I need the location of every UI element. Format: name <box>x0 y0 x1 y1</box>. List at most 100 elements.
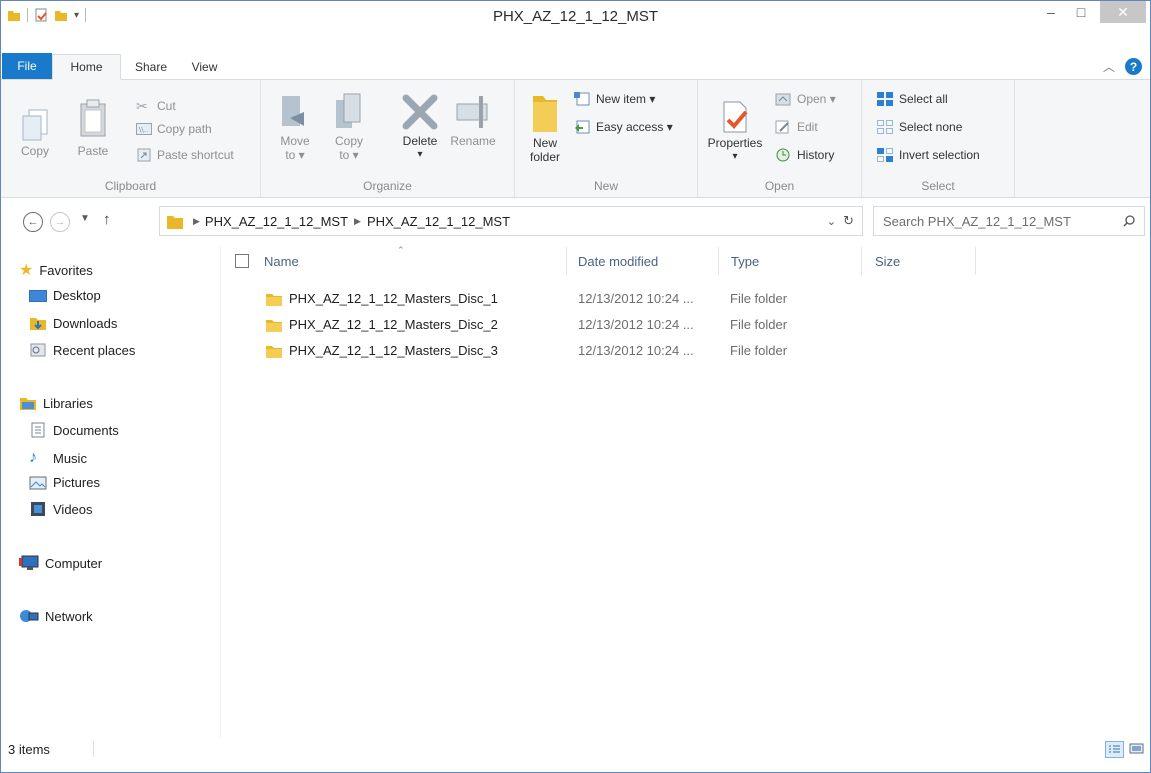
table-row[interactable]: PHX_AZ_12_1_12_Masters_Disc_2 12/13/2012… <box>221 313 1150 339</box>
close-button[interactable]: ✕ <box>1100 1 1146 23</box>
collapse-ribbon-icon[interactable]: ︿ <box>1103 58 1115 75</box>
tab-home[interactable]: Home <box>52 54 121 80</box>
paste-shortcut-button[interactable]: Paste shortcut <box>136 146 234 164</box>
paste-button[interactable]: Paste <box>73 94 113 158</box>
delete-label: Delete <box>402 134 438 148</box>
table-row[interactable]: PHX_AZ_12_1_12_Masters_Disc_1 12/13/2012… <box>221 287 1150 313</box>
forward-button[interactable]: → <box>50 212 70 232</box>
column-separator[interactable] <box>718 247 719 275</box>
nav-favorites[interactable]: ★ Favorites <box>19 260 93 280</box>
breadcrumb-separator-icon[interactable]: ▶ <box>193 216 200 227</box>
clipboard-group: Copy Paste ✂ Cut \\.. Copy path Paste sh… <box>1 80 261 197</box>
recent-places-icon <box>30 343 46 357</box>
folder-icon <box>167 216 183 229</box>
ribbon-tabs: File Home Share View ︿ ? <box>1 53 1150 80</box>
details-view-button[interactable] <box>1105 741 1124 758</box>
copy-to-button[interactable]: Copy to ▾ <box>329 92 369 162</box>
easy-access-button[interactable]: Easy access ▾ <box>573 118 673 136</box>
paste-shortcut-icon <box>137 148 151 162</box>
nav-computer-label: Computer <box>45 555 103 571</box>
column-separator[interactable] <box>975 247 976 275</box>
column-name-label: Name <box>264 253 299 269</box>
address-row: ← → ▼ ↑ ▶ PHX_AZ_12_1_12_MST ▶ PHX_AZ_12… <box>1 198 1150 246</box>
select-all-button[interactable]: Select all <box>876 90 948 108</box>
address-dropdown-icon[interactable]: ⌄ <box>827 215 836 228</box>
select-all-icon <box>877 92 893 106</box>
breadcrumb-separator-icon[interactable]: ▶ <box>354 216 361 227</box>
nav-music[interactable]: ♪ Music <box>29 449 87 467</box>
cut-button[interactable]: ✂ Cut <box>136 97 176 115</box>
large-icons-view-icon <box>1129 743 1144 754</box>
file-type: File folder <box>730 343 788 358</box>
folder-icon <box>266 294 282 306</box>
minimize-button[interactable]: – <box>1036 1 1066 23</box>
up-arrow-icon[interactable]: ↑ <box>103 211 111 228</box>
column-header-name[interactable]: Name <box>264 247 564 275</box>
column-header-date-modified[interactable]: Date modified <box>578 247 658 275</box>
nav-videos[interactable]: Videos <box>29 501 93 517</box>
nav-recent-places[interactable]: Recent places <box>29 342 135 358</box>
nav-documents-label: Documents <box>53 422 119 438</box>
refresh-icon[interactable]: ↻ <box>843 213 854 229</box>
address-bar[interactable]: ▶ PHX_AZ_12_1_12_MST ▶ PHX_AZ_12_1_12_MS… <box>159 206 863 236</box>
breadcrumb-item[interactable]: PHX_AZ_12_1_12_MST <box>367 214 510 229</box>
select-none-icon <box>877 120 893 134</box>
select-group-label: Select <box>921 179 955 193</box>
tab-file[interactable]: File <box>2 53 52 79</box>
file-type: File folder <box>730 317 788 332</box>
libraries-icon <box>20 398 36 410</box>
delete-button[interactable]: Delete ▾ <box>395 90 445 162</box>
select-group: Select all Select none Invert selection … <box>862 80 1015 197</box>
move-to-button[interactable]: Move to ▾ <box>275 92 315 162</box>
nav-documents[interactable]: Documents <box>29 422 119 438</box>
select-all-checkbox[interactable] <box>235 247 249 275</box>
column-separator[interactable] <box>566 247 567 275</box>
history-button[interactable]: History <box>774 146 834 164</box>
properties-button[interactable]: Properties ▾ <box>704 98 766 164</box>
tab-view[interactable]: View <box>181 55 228 79</box>
large-icons-view-button[interactable] <box>1128 741 1145 756</box>
file-type: File folder <box>730 291 788 306</box>
back-button[interactable]: ← <box>23 212 43 232</box>
nav-downloads[interactable]: Downloads <box>29 315 117 331</box>
title-bar: ▾ PHX_AZ_12_1_12_MST – □ ✕ <box>1 1 1150 31</box>
column-header-size[interactable]: Size <box>875 247 900 275</box>
search-icon[interactable] <box>1122 214 1136 228</box>
column-header-type[interactable]: Type <box>731 247 759 275</box>
properties-icon <box>723 101 748 133</box>
invert-selection-button[interactable]: Invert selection <box>876 146 980 164</box>
column-separator[interactable] <box>861 247 862 275</box>
cut-label: Cut <box>157 99 176 113</box>
nav-desktop[interactable]: Desktop <box>29 288 101 303</box>
copy-button[interactable]: Copy <box>15 108 55 158</box>
nav-videos-label: Videos <box>53 501 93 517</box>
nav-computer[interactable]: Computer <box>19 555 102 571</box>
select-none-button[interactable]: Select none <box>876 118 962 136</box>
new-folder-button[interactable]: New folder <box>525 88 565 164</box>
delete-dropdown-icon[interactable]: ▾ <box>417 148 422 162</box>
breadcrumb-item[interactable]: PHX_AZ_12_1_12_MST <box>205 214 348 229</box>
nav-network[interactable]: Network <box>19 608 93 624</box>
nav-pictures-label: Pictures <box>53 475 100 490</box>
edit-button[interactable]: Edit <box>774 118 818 136</box>
properties-label: Properties <box>707 136 763 150</box>
nav-pictures[interactable]: Pictures <box>29 475 100 490</box>
move-to-label: Move <box>280 134 310 148</box>
open-button[interactable]: Open ▾ <box>774 90 836 108</box>
table-row[interactable]: PHX_AZ_12_1_12_Masters_Disc_3 12/13/2012… <box>221 339 1150 365</box>
tab-share[interactable]: Share <box>122 55 180 79</box>
edit-icon <box>775 120 789 134</box>
maximize-button[interactable]: □ <box>1066 1 1096 23</box>
help-icon[interactable]: ? <box>1125 58 1142 75</box>
search-input[interactable]: Search PHX_AZ_12_1_12_MST <box>873 206 1145 236</box>
properties-dropdown-icon[interactable]: ▾ <box>732 150 737 164</box>
recent-locations-dropdown-icon[interactable]: ▼ <box>80 213 90 224</box>
rename-button[interactable]: Rename <box>445 90 501 148</box>
checkbox-icon <box>235 254 249 268</box>
new-item-button[interactable]: New item ▾ <box>573 90 655 108</box>
clipboard-group-label: Clipboard <box>104 179 157 193</box>
window-controls: – □ ✕ <box>1036 1 1146 23</box>
paste-label: Paste <box>77 144 109 158</box>
copy-path-button[interactable]: \\.. Copy path <box>136 120 212 138</box>
nav-libraries[interactable]: Libraries <box>19 395 93 411</box>
